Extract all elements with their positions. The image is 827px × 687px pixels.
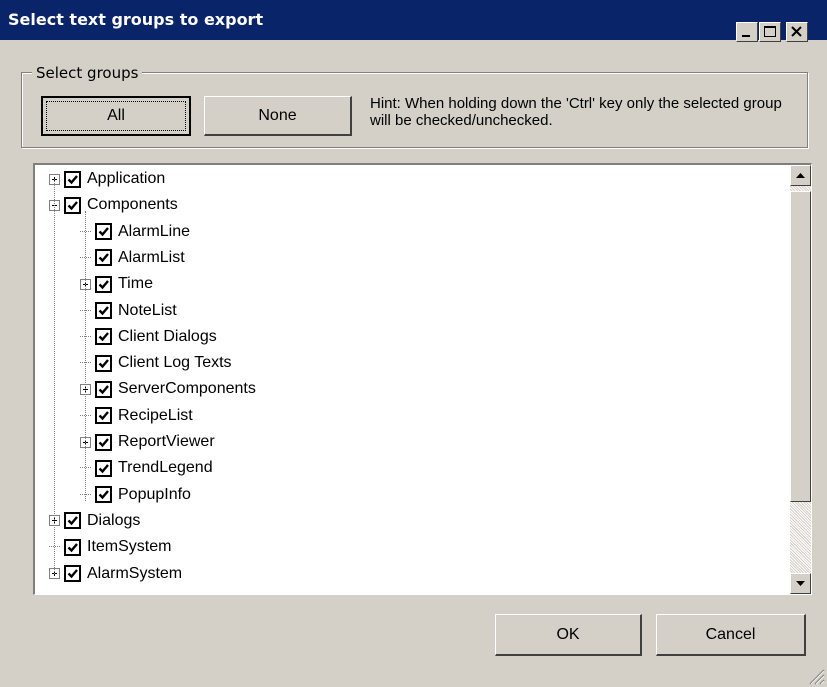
tree-item[interactable]: Client Dialogs: [80, 324, 217, 350]
tree-item-label: PopupInfo: [118, 485, 191, 503]
tree-item-label: NoteList: [118, 301, 177, 319]
minimize-button[interactable]: [736, 22, 758, 42]
tree-item-checkbox[interactable]: [95, 459, 112, 477]
window-title: Select text groups to export: [8, 10, 264, 29]
groups-tree[interactable]: Application Components AlarmLine AlarmList T…: [33, 163, 812, 595]
tree-item-checkbox[interactable]: [95, 380, 112, 398]
maximize-button[interactable]: [759, 22, 781, 42]
focus-rect: [46, 101, 186, 131]
tree-item-label: Time: [118, 275, 153, 293]
tree-item[interactable]: ServerComponents: [80, 376, 256, 402]
tree-item-checkbox[interactable]: [95, 223, 112, 241]
tree-item-label: Dialogs: [87, 511, 141, 529]
tree-item[interactable]: NoteList: [80, 298, 177, 324]
tree-item-checkbox[interactable]: [95, 354, 112, 372]
tree-item[interactable]: AlarmLine: [80, 219, 190, 245]
tree-item-checkbox[interactable]: [64, 538, 81, 556]
tree-item[interactable]: ItemSystem: [49, 534, 171, 560]
tree-item-checkbox[interactable]: [95, 486, 112, 504]
tree-item-label: AlarmSystem: [87, 564, 183, 582]
tree-item-label: Components: [87, 196, 178, 214]
minimize-icon: [742, 35, 750, 37]
scroll-thumb[interactable]: [790, 191, 811, 502]
tree-item[interactable]: AlarmSystem: [49, 561, 182, 587]
tree-item-label: ServerComponents: [118, 380, 256, 398]
vertical-scrollbar[interactable]: [790, 165, 811, 594]
tree-item-checkbox[interactable]: [95, 433, 112, 451]
none-button-label: None: [258, 106, 297, 124]
maximize-icon: [764, 26, 776, 37]
tree-item-checkbox[interactable]: [95, 275, 112, 293]
tree-item-label: ReportViewer: [118, 433, 215, 450]
tree-item[interactable]: Components: [49, 192, 178, 218]
close-icon: [791, 26, 802, 37]
ok-button-label: OK: [556, 625, 580, 643]
scroll-up-button[interactable]: [790, 165, 811, 186]
arrow-down-icon: [796, 581, 805, 586]
tree-item-label: Client Dialogs: [118, 327, 217, 345]
tree-item[interactable]: Time: [80, 271, 153, 297]
tree-item-checkbox[interactable]: [95, 302, 112, 319]
tree-item-label: AlarmList: [118, 248, 185, 266]
tree-item[interactable]: PopupInfo: [80, 482, 191, 508]
select-groups-legend: Select groups: [32, 64, 143, 82]
none-button[interactable]: None: [204, 96, 352, 136]
hint-text: Hint: When holding down the 'Ctrl' key o…: [370, 95, 782, 129]
scroll-down-button[interactable]: [790, 573, 811, 594]
tree-item-checkbox[interactable]: [95, 328, 112, 346]
tree-item-checkbox[interactable]: [64, 170, 81, 188]
tree-item[interactable]: Dialogs: [49, 508, 140, 534]
tree-item-checkbox[interactable]: [64, 196, 81, 214]
tree-item[interactable]: ReportViewer: [80, 429, 215, 455]
tree-item-label: RecipeList: [118, 406, 193, 424]
tree-item-label: Client Log Texts: [118, 354, 232, 372]
tree-item-checkbox[interactable]: [95, 407, 112, 425]
tree-item[interactable]: AlarmList: [80, 245, 185, 271]
tree-item-label: Application: [87, 170, 166, 187]
close-button[interactable]: [786, 22, 808, 42]
tree-item-label: TrendLegend: [118, 459, 213, 477]
cancel-button-label: Cancel: [705, 625, 756, 643]
tree-connector: [85, 211, 87, 501]
tree-item-checkbox[interactable]: [64, 565, 81, 582]
cancel-button[interactable]: Cancel: [656, 614, 806, 656]
tree-item-label: ItemSystem: [87, 538, 172, 556]
tree-item[interactable]: RecipeList: [80, 403, 193, 429]
tree-connector: [54, 179, 56, 574]
all-button[interactable]: All: [41, 96, 191, 136]
tree-item-label: AlarmLine: [118, 222, 191, 240]
tree-item[interactable]: Client Log Texts: [80, 350, 232, 376]
tree-item-checkbox[interactable]: [64, 512, 81, 530]
tree-item-checkbox[interactable]: [95, 249, 112, 267]
ok-button[interactable]: OK: [495, 614, 642, 656]
tree-item[interactable]: TrendLegend: [80, 455, 213, 481]
title-bar[interactable]: Select text groups to export: [0, 0, 827, 40]
resize-grip-icon[interactable]: [807, 667, 825, 685]
tree-item[interactable]: Application: [49, 166, 165, 192]
arrow-up-icon: [796, 173, 805, 178]
